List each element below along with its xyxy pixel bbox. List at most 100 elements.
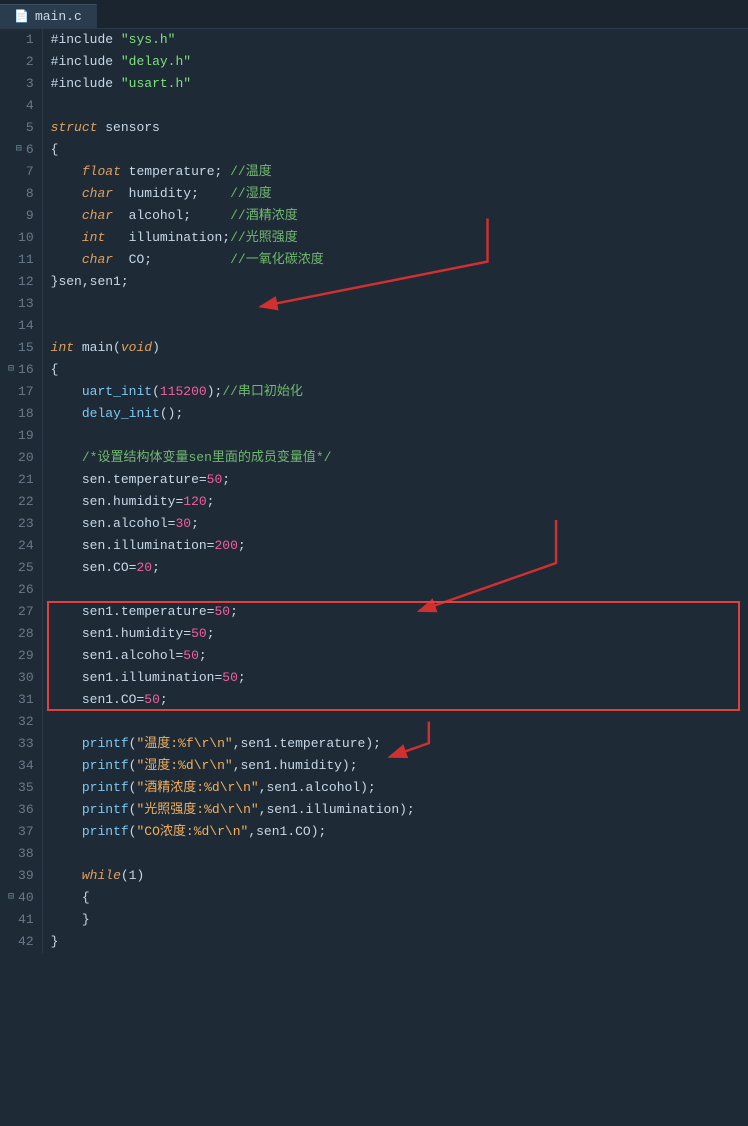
code-line-24: sen.illumination=200; <box>51 535 748 557</box>
line-number-14: 14 <box>8 315 34 337</box>
code-segment: //温度 <box>230 161 272 183</box>
code-segment: ( <box>129 777 137 799</box>
code-segment: ,sen1.alcohol); <box>259 777 376 799</box>
line-number-34: 34 <box>8 755 34 777</box>
code-segment <box>51 821 82 843</box>
code-segment: 115200 <box>160 381 207 403</box>
code-line-16: { <box>51 359 748 381</box>
line-num-label-36: 36 <box>18 799 34 821</box>
line-num-label-38: 38 <box>18 843 34 865</box>
code-line-38 <box>51 843 748 865</box>
code-segment: #include <box>51 51 121 73</box>
fold-icon-6[interactable]: ⊟ <box>16 139 22 161</box>
code-segment: "usart.h" <box>121 73 191 95</box>
code-segment: //光照强度 <box>230 227 298 249</box>
line-num-label-31: 31 <box>18 689 34 711</box>
code-segment: "湿度:%d\r\n" <box>136 755 232 777</box>
code-container: 12345⊟6789101112131415⊟16171819202122232… <box>0 29 748 953</box>
code-line-42: } <box>51 931 748 953</box>
code-line-8: char humidity; //湿度 <box>51 183 748 205</box>
code-segment: ; <box>199 645 207 667</box>
line-num-label-28: 28 <box>18 623 34 645</box>
line-num-label-41: 41 <box>18 909 34 931</box>
code-segment: uart_init <box>82 381 152 403</box>
code-segment: ); <box>207 381 223 403</box>
code-segment <box>51 205 82 227</box>
file-tab[interactable]: 📄 main.c <box>0 4 97 28</box>
code-segment: 50 <box>191 623 207 645</box>
code-segment: "温度:%f\r\n" <box>136 733 232 755</box>
line-number-16: ⊟16 <box>8 359 34 381</box>
line-num-label-17: 17 <box>18 381 34 403</box>
code-line-33: printf("温度:%f\r\n",sen1.temperature); <box>51 733 748 755</box>
code-segment: ( <box>152 381 160 403</box>
code-segment: printf <box>82 799 129 821</box>
code-segment: ; <box>230 601 238 623</box>
code-segment: sensors <box>97 117 159 139</box>
code-segment: main( <box>74 337 121 359</box>
line-number-30: 30 <box>8 667 34 689</box>
code-line-37: printf("CO浓度:%d\r\n",sen1.CO); <box>51 821 748 843</box>
code-segment: 50 <box>207 469 223 491</box>
line-number-35: 35 <box>8 777 34 799</box>
line-number-8: 8 <box>8 183 34 205</box>
code-line-19 <box>51 425 748 447</box>
code-line-7: float temperature; //温度 <box>51 161 748 183</box>
code-line-15: int main(void) <box>51 337 748 359</box>
code-segment <box>51 227 82 249</box>
code-line-3: #include "usart.h" <box>51 73 748 95</box>
code-line-29: sen1.alcohol=50; <box>51 645 748 667</box>
fold-icon-40[interactable]: ⊟ <box>8 887 14 909</box>
code-segment <box>51 777 82 799</box>
line-number-29: 29 <box>8 645 34 667</box>
line-number-17: 17 <box>8 381 34 403</box>
code-segment: sen1.illumination= <box>51 667 223 689</box>
line-num-label-13: 13 <box>18 293 34 315</box>
line-num-label-24: 24 <box>18 535 34 557</box>
code-segment: 200 <box>214 535 237 557</box>
tab-label: main.c <box>35 9 82 24</box>
code-line-39: while(1) <box>51 865 748 887</box>
code-line-26 <box>51 579 748 601</box>
code-segment: (1) <box>121 865 144 887</box>
code-segment: printf <box>82 755 129 777</box>
line-num-label-12: 12 <box>18 271 34 293</box>
line-number-9: 9 <box>8 205 34 227</box>
code-segment: ( <box>129 799 137 821</box>
code-segment: "酒精浓度:%d\r\n" <box>136 777 258 799</box>
code-segment: printf <box>82 821 129 843</box>
code-segment: ; <box>207 623 215 645</box>
code-segment: 50 <box>144 689 160 711</box>
code-line-27: sen1.temperature=50; <box>51 601 748 623</box>
line-number-1: 1 <box>8 29 34 51</box>
line-number-23: 23 <box>8 513 34 535</box>
code-segment: int <box>51 337 74 359</box>
line-num-label-33: 33 <box>18 733 34 755</box>
code-segment: sen.CO= <box>51 557 137 579</box>
fold-icon-16[interactable]: ⊟ <box>8 359 14 381</box>
line-num-label-16: 16 <box>18 359 34 381</box>
line-num-label-1: 1 <box>26 29 34 51</box>
code-line-20: /*设置结构体变量sen里面的成员变量值*/ <box>51 447 748 469</box>
code-line-5: struct sensors <box>51 117 748 139</box>
line-num-label-4: 4 <box>26 95 34 117</box>
code-segment: { <box>51 887 90 909</box>
code-line-12: }sen,sen1; <box>51 271 748 293</box>
code-segment: "CO浓度:%d\r\n" <box>136 821 248 843</box>
code-segment: ) <box>152 337 160 359</box>
code-segment: }sen,sen1; <box>51 271 129 293</box>
code-line-35: printf("酒精浓度:%d\r\n",sen1.alcohol); <box>51 777 748 799</box>
code-line-13 <box>51 293 748 315</box>
code-segment: sen1.alcohol= <box>51 645 184 667</box>
code-segment: float <box>82 161 121 183</box>
code-segment: ; <box>238 667 246 689</box>
line-num-label-15: 15 <box>18 337 34 359</box>
code-segment: ( <box>129 755 137 777</box>
line-num-label-5: 5 <box>26 117 34 139</box>
code-segment <box>51 249 82 271</box>
code-segment: ; <box>207 491 215 513</box>
line-num-label-21: 21 <box>18 469 34 491</box>
code-line-22: sen.humidity=120; <box>51 491 748 513</box>
code-segment: 20 <box>136 557 152 579</box>
code-line-17: uart_init(115200);//串口初始化 <box>51 381 748 403</box>
